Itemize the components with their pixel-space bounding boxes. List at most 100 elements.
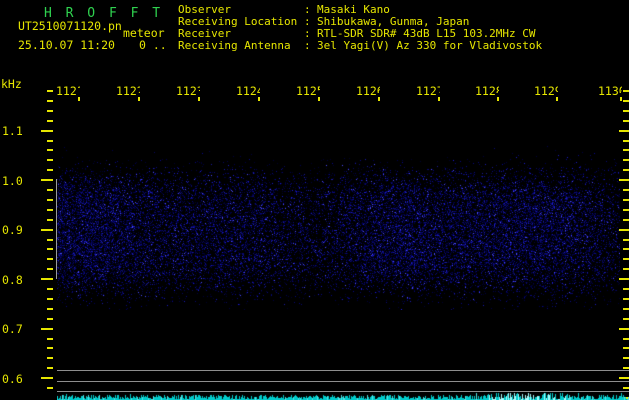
info-value: 3el Yagi(V) Az 330 for Vladivostok	[317, 39, 543, 52]
info-label: Receiving Antenna	[178, 39, 291, 52]
y-axis-tick	[47, 258, 53, 261]
y-axis-tick	[623, 139, 629, 142]
hrofft-window: H R O F F T UT2510071120.pn meteor 25.10…	[0, 0, 629, 400]
y-axis-tick	[623, 109, 629, 112]
y-axis-tick	[623, 307, 629, 310]
x-axis-tick	[138, 97, 140, 101]
y-axis-tick	[623, 297, 629, 300]
y-axis-tick	[623, 347, 629, 350]
x-label-clipped-digit: 7	[437, 84, 440, 93]
x-label-text: 112	[176, 84, 197, 98]
y-axis-tick	[47, 297, 53, 300]
x-axis-label: 1127	[416, 84, 440, 101]
y-axis-label: 0.9	[2, 223, 23, 237]
y-axis-tick	[619, 179, 629, 182]
noise-level-canvas	[57, 390, 629, 400]
y-axis-tick	[623, 90, 629, 92]
x-axis-tick	[198, 97, 200, 101]
y-axis-tick	[41, 228, 53, 231]
y-axis-label: 0.8	[2, 273, 23, 287]
y-axis-tick	[41, 179, 53, 182]
y-axis-tick	[623, 387, 629, 389]
y-axis-tick	[47, 367, 53, 370]
y-axis-tick	[623, 99, 629, 102]
x-label-clipped-digit: 8	[496, 84, 499, 93]
echo-count: 0 ..	[139, 38, 167, 52]
x-axis-tick	[497, 97, 499, 101]
y-axis-tick	[47, 159, 53, 162]
y-axis-tick	[47, 317, 53, 320]
y-axis-label: 1.0	[2, 174, 23, 188]
y-axis-tick	[47, 357, 53, 360]
x-label-clipped-digit: 3	[197, 84, 200, 93]
y-axis-tick	[47, 387, 53, 389]
x-axis-tick	[78, 97, 80, 101]
y-axis-tick	[47, 218, 53, 221]
y-axis-tick	[623, 268, 629, 271]
y-axis-tick	[47, 238, 53, 241]
info-colon: :	[304, 39, 311, 52]
x-label-text: 113	[598, 84, 619, 98]
x-axis-label: 1129	[534, 84, 558, 101]
y-axis-tick	[623, 258, 629, 261]
x-axis-label: 1124	[236, 84, 260, 101]
x-axis-label: 1123	[176, 84, 200, 101]
x-label-clipped-digit: 2	[137, 84, 140, 93]
x-label-text: 112	[475, 84, 496, 98]
x-axis-label: 1125	[296, 84, 320, 101]
x-axis-tick	[556, 97, 558, 101]
y-axis-tick	[623, 238, 629, 241]
x-axis-label: 1122	[116, 84, 140, 101]
y-axis-tick	[619, 377, 629, 380]
y-axis-tick	[47, 248, 53, 251]
y-axis-tick	[47, 149, 53, 152]
x-label-clipped-digit: 4	[257, 84, 260, 93]
y-axis-tick	[47, 198, 53, 201]
observer-info-block: Observer: Masaki Kano Receiving Location:…	[178, 4, 542, 52]
x-axis-tick	[620, 97, 622, 101]
y-axis-tick	[47, 337, 53, 340]
x-label-text: 112	[416, 84, 437, 98]
y-axis-tick	[47, 268, 53, 271]
y-axis-tick	[47, 189, 53, 191]
y-axis-tick	[623, 119, 629, 122]
x-axis-tick	[438, 97, 440, 101]
x-axis-tick	[378, 97, 380, 101]
x-label-clipped-digit: 0	[619, 84, 622, 93]
x-label-clipped-digit: 6	[377, 84, 380, 93]
x-axis-tick	[318, 97, 320, 101]
x-label-text: 112	[56, 84, 77, 98]
x-label-text: 112	[356, 84, 377, 98]
x-label-clipped-digit: 5	[317, 84, 320, 93]
y-axis-tick	[47, 208, 53, 211]
spectrogram-canvas	[57, 145, 620, 310]
y-axis-tick	[623, 248, 629, 251]
y-axis-tick	[623, 169, 629, 172]
datetime-label: 25.10.07 11:20	[18, 38, 115, 52]
y-axis-tick	[623, 198, 629, 201]
x-label-text: 112	[296, 84, 317, 98]
y-axis-tick	[47, 288, 53, 290]
y-axis-tick	[41, 327, 53, 330]
x-label-text: 112	[236, 84, 257, 98]
output-filename: UT2510071120.pn	[18, 19, 122, 33]
y-axis-tick	[41, 278, 53, 281]
x-label-clipped-digit: 9	[555, 84, 558, 93]
x-axis-label: 1121	[56, 84, 80, 101]
x-label-text: 112	[116, 84, 137, 98]
y-axis-tick	[619, 228, 629, 231]
y-axis-tick	[619, 278, 629, 281]
y-axis-tick	[623, 357, 629, 360]
y-axis-tick	[47, 90, 53, 92]
y-axis-tick	[623, 218, 629, 221]
x-axis-label: 1126	[356, 84, 380, 101]
y-axis-tick	[623, 288, 629, 290]
y-axis-tick	[623, 367, 629, 370]
y-axis-tick	[623, 149, 629, 152]
x-label-clipped-digit: 1	[77, 84, 80, 93]
y-axis-tick	[623, 208, 629, 211]
y-axis-tick	[47, 347, 53, 350]
band-edge-marker-line	[56, 179, 57, 279]
reference-line	[57, 381, 629, 382]
y-axis-tick	[619, 129, 629, 132]
